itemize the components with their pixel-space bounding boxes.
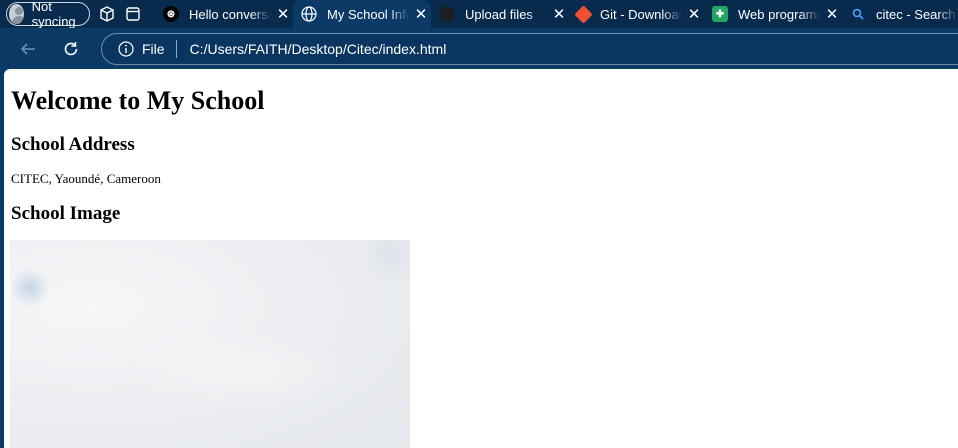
school-image bbox=[10, 240, 410, 448]
workspaces-button[interactable] bbox=[94, 0, 120, 28]
tab-title: Git - Downloads bbox=[600, 6, 682, 22]
tab-actions-icon bbox=[126, 7, 140, 21]
divider bbox=[175, 40, 177, 58]
info-icon bbox=[118, 41, 134, 57]
git-icon bbox=[574, 4, 593, 24]
image-heading: School Image bbox=[11, 203, 121, 224]
tab-upload-files[interactable]: Upload files ✕ bbox=[431, 0, 569, 28]
back-button[interactable] bbox=[15, 36, 41, 62]
tab-title: citec - Search bbox=[876, 6, 956, 22]
tab-my-school-info[interactable]: My School Info ✕ bbox=[293, 0, 431, 28]
tab-title: My School Info bbox=[327, 6, 409, 22]
refresh-icon bbox=[64, 42, 78, 56]
workspaces-icon bbox=[100, 6, 114, 22]
address-heading: School Address bbox=[11, 134, 135, 155]
tab-strip: Not syncing ⊛ Hello conversation ✕ My Sc… bbox=[0, 0, 958, 29]
scheme-label: File bbox=[142, 41, 165, 57]
toolbar: File C:/Users/FAITH/Desktop/Citec/index.… bbox=[0, 28, 958, 68]
close-icon[interactable]: ✕ bbox=[822, 5, 842, 23]
tab-git-downloads[interactable]: Git - Downloads ✕ bbox=[569, 0, 704, 28]
refresh-button[interactable] bbox=[58, 36, 84, 62]
openai-icon: ⊛ bbox=[163, 6, 179, 22]
tab-actions-button[interactable] bbox=[120, 0, 146, 28]
avatar bbox=[9, 4, 24, 24]
tab-web-programming[interactable]: ✚ Web programming ✕ bbox=[704, 0, 842, 28]
tab-title: Web programming bbox=[738, 6, 820, 22]
close-icon[interactable]: ✕ bbox=[273, 5, 293, 23]
site-info-button[interactable] bbox=[118, 41, 134, 57]
back-arrow-icon bbox=[20, 43, 35, 55]
tab-title: Upload files bbox=[465, 6, 533, 22]
page-content: Welcome to My School School Address CITE… bbox=[4, 69, 958, 448]
close-icon[interactable]: ✕ bbox=[411, 5, 431, 23]
globe-icon bbox=[301, 6, 317, 22]
address-text: CITEC, Yaoundé, Cameroon bbox=[11, 171, 161, 186]
search-icon bbox=[850, 6, 866, 22]
github-icon bbox=[439, 6, 455, 22]
profile-button[interactable]: Not syncing bbox=[6, 0, 91, 29]
close-icon[interactable]: ✕ bbox=[549, 5, 569, 23]
page-title: Welcome to My School bbox=[11, 86, 265, 115]
sheets-icon: ✚ bbox=[712, 6, 728, 22]
url-text[interactable]: C:/Users/FAITH/Desktop/Citec/index.html bbox=[190, 41, 447, 57]
tab-hello-conversation[interactable]: ⊛ Hello conversation ✕ bbox=[155, 0, 293, 28]
address-bar[interactable]: File C:/Users/FAITH/Desktop/Citec/index.… bbox=[101, 33, 958, 65]
close-icon[interactable]: ✕ bbox=[684, 5, 704, 23]
profile-label: Not syncing bbox=[31, 0, 76, 29]
tab-citec-search[interactable]: citec - Search bbox=[842, 0, 958, 28]
tab-title: Hello conversation bbox=[189, 6, 271, 22]
